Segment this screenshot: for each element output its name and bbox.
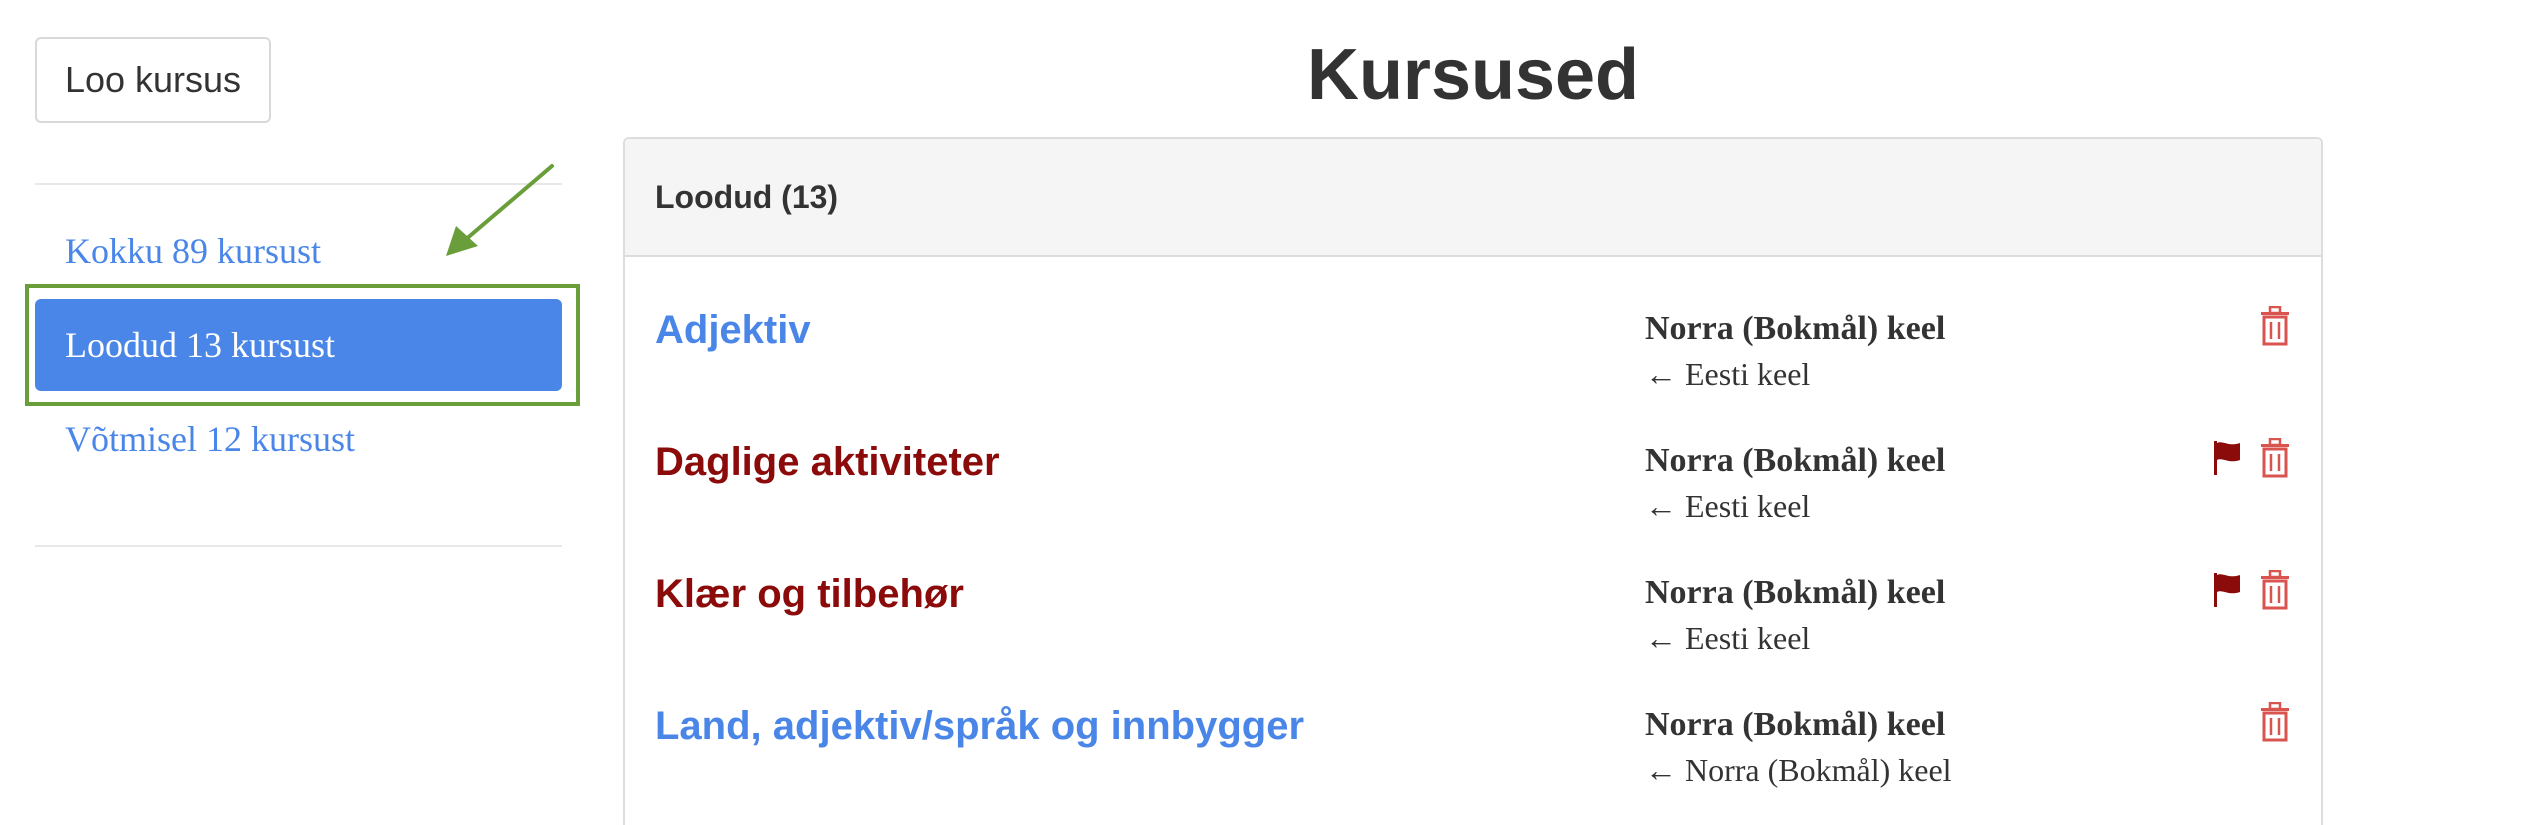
trash-icon[interactable] bbox=[2259, 438, 2291, 478]
course-row: Klær og tilbehør Norra (Bokmål) keel ← E… bbox=[625, 566, 2321, 698]
course-title-link[interactable]: Daglige aktiviteter bbox=[655, 434, 1000, 490]
page-title: Kursused bbox=[1306, 35, 1640, 115]
target-language: Norra (Bokmål) keel bbox=[1645, 442, 1946, 479]
course-languages: Norra (Bokmål) keel ← Eesti keel bbox=[1645, 570, 1945, 660]
courses-panel: Loodud (13) Adjektiv Norra (Bokmål) keel… bbox=[623, 137, 2323, 825]
trash-icon[interactable] bbox=[2259, 306, 2291, 346]
course-row: Daglige aktiviteter Norra (Bokmål) keel … bbox=[625, 434, 2321, 566]
source-language: ← Eesti keel bbox=[1645, 620, 1811, 656]
course-languages: Norra (Bokmål) keel ← Norra (Bokmål) kee… bbox=[1645, 702, 1952, 792]
course-row: Land, adjektiv/språk og innbygger Norra … bbox=[625, 698, 2321, 825]
course-actions bbox=[2259, 702, 2291, 742]
course-actions bbox=[2211, 438, 2291, 478]
sidebar-divider-bottom bbox=[35, 545, 562, 547]
course-languages: Norra (Bokmål) keel ← Eesti keel bbox=[1645, 438, 1945, 528]
arrow-icon bbox=[446, 164, 554, 256]
target-language: Norra (Bokmål) keel bbox=[1645, 706, 1946, 743]
course-row: Adjektiv Norra (Bokmål) keel ← Eesti kee… bbox=[625, 302, 2321, 434]
flag-icon[interactable] bbox=[2211, 438, 2243, 478]
create-course-button[interactable]: Loo kursus bbox=[35, 37, 271, 123]
nav-item-created[interactable]: Loodud 13 kursust bbox=[35, 299, 562, 391]
course-languages: Norra (Bokmål) keel ← Eesti keel bbox=[1645, 306, 1945, 396]
course-actions bbox=[2211, 570, 2291, 610]
source-language: ← Eesti keel bbox=[1645, 488, 1811, 524]
course-title-link[interactable]: Adjektiv bbox=[655, 302, 811, 358]
course-title-link[interactable]: Land, adjektiv/språk og innbygger bbox=[655, 698, 1304, 754]
panel-heading: Loodud (13) bbox=[625, 139, 2321, 257]
trash-icon[interactable] bbox=[2259, 570, 2291, 610]
source-language: ← Norra (Bokmål) keel bbox=[1645, 752, 1952, 788]
target-language: Norra (Bokmål) keel bbox=[1645, 310, 1946, 347]
flag-icon[interactable] bbox=[2211, 570, 2243, 610]
course-actions bbox=[2259, 306, 2291, 346]
source-language: ← Eesti keel bbox=[1645, 356, 1811, 392]
nav-item-taking[interactable]: Võtmisel 12 kursust bbox=[35, 393, 562, 485]
trash-icon[interactable] bbox=[2259, 702, 2291, 742]
target-language: Norra (Bokmål) keel bbox=[1645, 574, 1946, 611]
course-title-link[interactable]: Klær og tilbehør bbox=[655, 566, 964, 622]
